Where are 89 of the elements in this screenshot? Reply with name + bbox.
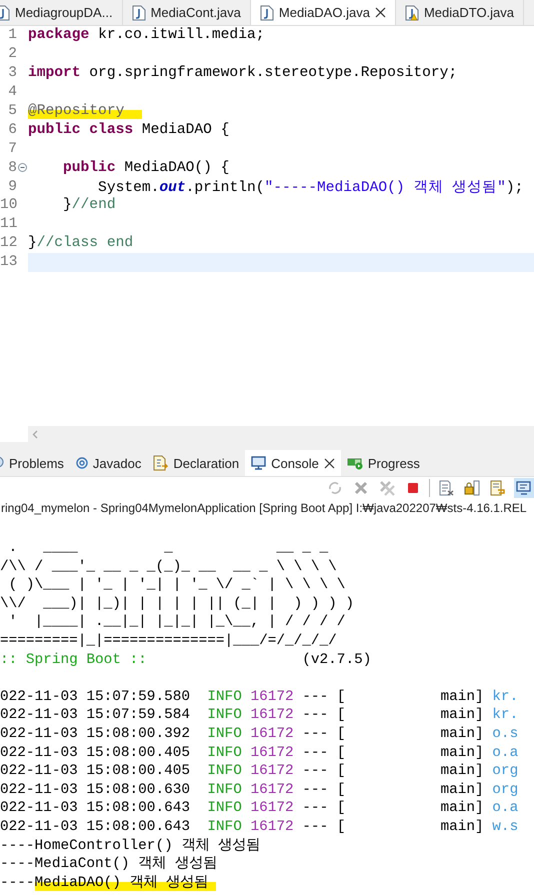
line-number: 12 <box>0 235 17 252</box>
line-number: 5 <box>7 103 17 119</box>
banner-line: . ____ _ __ _ _ <box>8 540 328 556</box>
line-number: 10 <box>0 197 17 214</box>
progress-icon <box>346 456 363 470</box>
log-level: INFO <box>207 763 242 780</box>
log-timestamp: 022-11-03 15:08:00.643 <box>0 800 190 816</box>
code-line: package kr.co.itwill.media; <box>28 27 264 44</box>
banner-line: ' |____| .__|_| |_|_| |_\__, | / / / / <box>8 614 346 630</box>
code-line: System.out.println("-----MediaDAO() 객체 생성됨"); <box>97 179 524 196</box>
log-pid: 16172 <box>250 763 294 780</box>
line-number: 6 <box>7 122 17 138</box>
code-line: }//class end <box>28 235 134 252</box>
log-pid: 16172 <box>250 744 294 761</box>
code-line: public MediaDAO() { <box>62 160 230 176</box>
console-title: ring04_mymelon - Spring04MymelonApplication [Spring Boot App] I:₩java202207₩sts-4.16.1.REL <box>0 500 528 517</box>
log-thread: --- [ main] <box>302 726 484 742</box>
scroll-lock-button[interactable] <box>462 478 482 498</box>
java-file-warning-icon <box>404 4 419 20</box>
log-pid: 16172 <box>250 782 294 798</box>
line-number: 9 <box>7 178 17 195</box>
banner-line: /\\ / ___'_ __ _ _(_)_ __ __ _ \ \ \ \ <box>0 558 337 575</box>
log-thread: --- [ main] <box>302 818 484 835</box>
log-pid: 16172 <box>250 688 294 705</box>
log-pid: 16172 <box>250 800 294 816</box>
code-line: }//end <box>62 197 116 214</box>
log-logger: kr. <box>492 707 518 724</box>
line-number: 11 <box>0 216 17 232</box>
line-number: 3 <box>7 65 17 82</box>
log-logger: w.s <box>492 818 518 835</box>
console-message: ----MediaCont() 객체 생성됨 <box>0 856 217 872</box>
show-console-button[interactable] <box>514 478 534 498</box>
log-thread: --- [ main] <box>302 688 484 705</box>
log-level: INFO <box>207 744 242 761</box>
log-timestamp: 022-11-03 15:08:00.643 <box>0 818 190 835</box>
view-tab[interactable]: Console <box>245 450 341 476</box>
log-timestamp: 022-11-03 15:08:00.392 <box>0 726 190 742</box>
line-number: 2 <box>7 46 17 62</box>
declaration-icon <box>153 455 168 471</box>
log-level: INFO <box>207 818 242 835</box>
log-timestamp: 022-11-03 15:07:59.580 <box>0 688 190 705</box>
close-icon[interactable] <box>374 7 386 18</box>
banner-line: \\/ ___)| |_)| | | | | || (_| | ) ) ) ) <box>0 596 354 612</box>
log-logger: org <box>492 782 518 798</box>
log-pid: 16172 <box>250 726 294 742</box>
editor-tab[interactable]: MediagroupDA... <box>0 0 123 25</box>
log-timestamp: 022-11-03 15:08:00.630 <box>0 782 190 798</box>
horizontal-scrollbar[interactable] <box>28 426 534 442</box>
code-line: import org.springframework.stereotype.Repository; <box>28 65 458 82</box>
log-logger: org <box>492 763 518 780</box>
banner-line: ( )\___ | '_ | '_| | '_ \/ _` | \ \ \ \ <box>8 577 346 594</box>
log-thread: --- [ main] <box>302 763 484 780</box>
log-level: INFO <box>207 707 242 724</box>
boot-label: :: Spring Boot :: <box>0 652 147 668</box>
log-thread: --- [ main] <box>302 707 484 724</box>
editor-tab[interactable]: MediaDAO.java <box>250 0 396 25</box>
close-icon[interactable] <box>324 458 335 468</box>
log-timestamp: 022-11-03 15:08:00.405 <box>0 763 190 780</box>
log-level: INFO <box>207 800 242 816</box>
log-thread: --- [ main] <box>302 744 484 761</box>
log-level: INFO <box>207 688 242 705</box>
log-logger: kr. <box>492 688 518 705</box>
log-logger: o.a <box>492 744 518 761</box>
banner-line: =========|_|==============|___/=/_/_/_/ <box>0 632 337 649</box>
log-thread: --- [ main] <box>302 800 484 816</box>
line-number: 4 <box>7 84 17 100</box>
line-number: 1 <box>7 27 17 44</box>
java-file-icon <box>132 4 146 20</box>
log-pid: 16172 <box>250 707 294 724</box>
java-file-icon <box>0 4 10 20</box>
editor-tab[interactable]: MediaCont.java <box>122 0 251 25</box>
log-timestamp: 022-11-03 15:07:59.584 <box>0 707 190 724</box>
line-number: 7 <box>7 140 17 157</box>
version-text: (v2.7.5) <box>302 652 372 668</box>
collapse-icon[interactable] <box>18 163 27 172</box>
log-timestamp: 022-11-03 15:08:00.405 <box>0 744 190 761</box>
line-number: 8 <box>7 160 17 176</box>
log-logger: o.s <box>492 726 518 742</box>
log-level: INFO <box>207 782 242 798</box>
log-level: INFO <box>207 726 242 742</box>
log-pid: 16172 <box>250 818 294 835</box>
java-file-icon <box>260 4 274 20</box>
code-line: public class MediaDAO { <box>28 122 230 138</box>
line-number: 13 <box>0 254 17 270</box>
stop-icon <box>407 482 419 494</box>
console-icon <box>251 456 266 470</box>
log-logger: o.a <box>492 800 518 816</box>
log-thread: --- [ main] <box>302 782 484 798</box>
console-message: ----HomeController() 객체 생성됨 <box>0 838 260 854</box>
